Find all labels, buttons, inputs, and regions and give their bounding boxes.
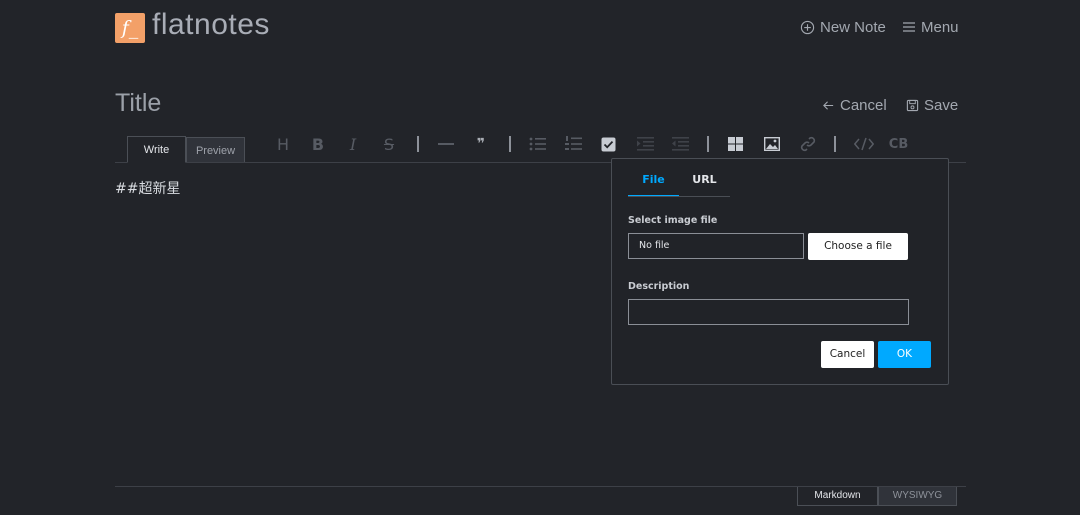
strike-icon[interactable]: S — [380, 134, 398, 154]
app-title[interactable]: flatnotes — [152, 8, 270, 42]
ordered-list-icon[interactable] — [564, 134, 582, 154]
cancel-edit-button[interactable]: Cancel — [822, 95, 887, 115]
quote-icon[interactable]: ❞ — [474, 134, 488, 154]
tab-write[interactable]: Write — [127, 136, 186, 163]
mode-wysiwyg-tab[interactable]: WYSIWYG — [878, 487, 957, 506]
toolbar-divider — [417, 136, 419, 152]
code-icon[interactable] — [853, 134, 874, 154]
menu-label: Menu — [921, 18, 959, 36]
floppy-icon — [906, 99, 919, 111]
insert-image-popup: File URL Select image file No file Choos… — [611, 158, 949, 385]
toolbar-divider — [509, 136, 511, 152]
horizontal-rule-icon[interactable] — [437, 134, 455, 154]
heading-icon[interactable]: H — [275, 134, 291, 154]
bullet-list-icon[interactable] — [528, 134, 546, 154]
new-note-label: New Note — [820, 18, 886, 36]
italic-icon[interactable]: I — [345, 134, 361, 154]
description-label: Description — [628, 281, 690, 292]
new-note-button[interactable]: New Note — [800, 17, 886, 37]
task-icon[interactable] — [600, 134, 617, 154]
dialog-cancel-button[interactable]: Cancel — [821, 341, 874, 368]
bold-icon[interactable]: B — [310, 134, 326, 154]
file-name-field[interactable]: No file — [628, 233, 804, 259]
logo-icon[interactable]: f_ — [115, 13, 145, 43]
save-label: Save — [924, 96, 959, 114]
toolbar-divider — [707, 136, 709, 152]
editor-content[interactable]: ##超新星 — [115, 178, 180, 198]
save-button[interactable]: Save — [906, 95, 958, 115]
indent-icon[interactable] — [636, 134, 654, 154]
plus-circle-icon — [800, 20, 815, 34]
dialog-tab-divider — [628, 196, 730, 197]
arrow-left-icon — [823, 100, 834, 110]
codeblock-icon[interactable]: CB — [889, 134, 908, 154]
table-icon[interactable] — [727, 134, 744, 154]
link-icon[interactable] — [799, 134, 816, 154]
tab-preview[interactable]: Preview — [186, 137, 245, 163]
description-input[interactable] — [628, 299, 909, 325]
choose-file-button[interactable]: Choose a file — [808, 233, 908, 260]
menu-button[interactable]: Menu — [902, 17, 959, 37]
image-icon[interactable] — [763, 134, 780, 154]
select-image-label: Select image file — [628, 215, 718, 226]
note-title-input[interactable]: Title — [115, 89, 161, 118]
dialog-tab-file[interactable]: File — [628, 173, 679, 197]
mode-markdown-tab[interactable]: Markdown — [797, 487, 878, 506]
dialog-tab-url[interactable]: URL — [679, 173, 730, 197]
toolbar-divider — [834, 136, 836, 152]
cancel-edit-label: Cancel — [840, 96, 887, 114]
outdent-icon[interactable] — [671, 134, 689, 154]
hamburger-icon — [903, 22, 915, 32]
dialog-ok-button[interactable]: OK — [878, 341, 931, 368]
